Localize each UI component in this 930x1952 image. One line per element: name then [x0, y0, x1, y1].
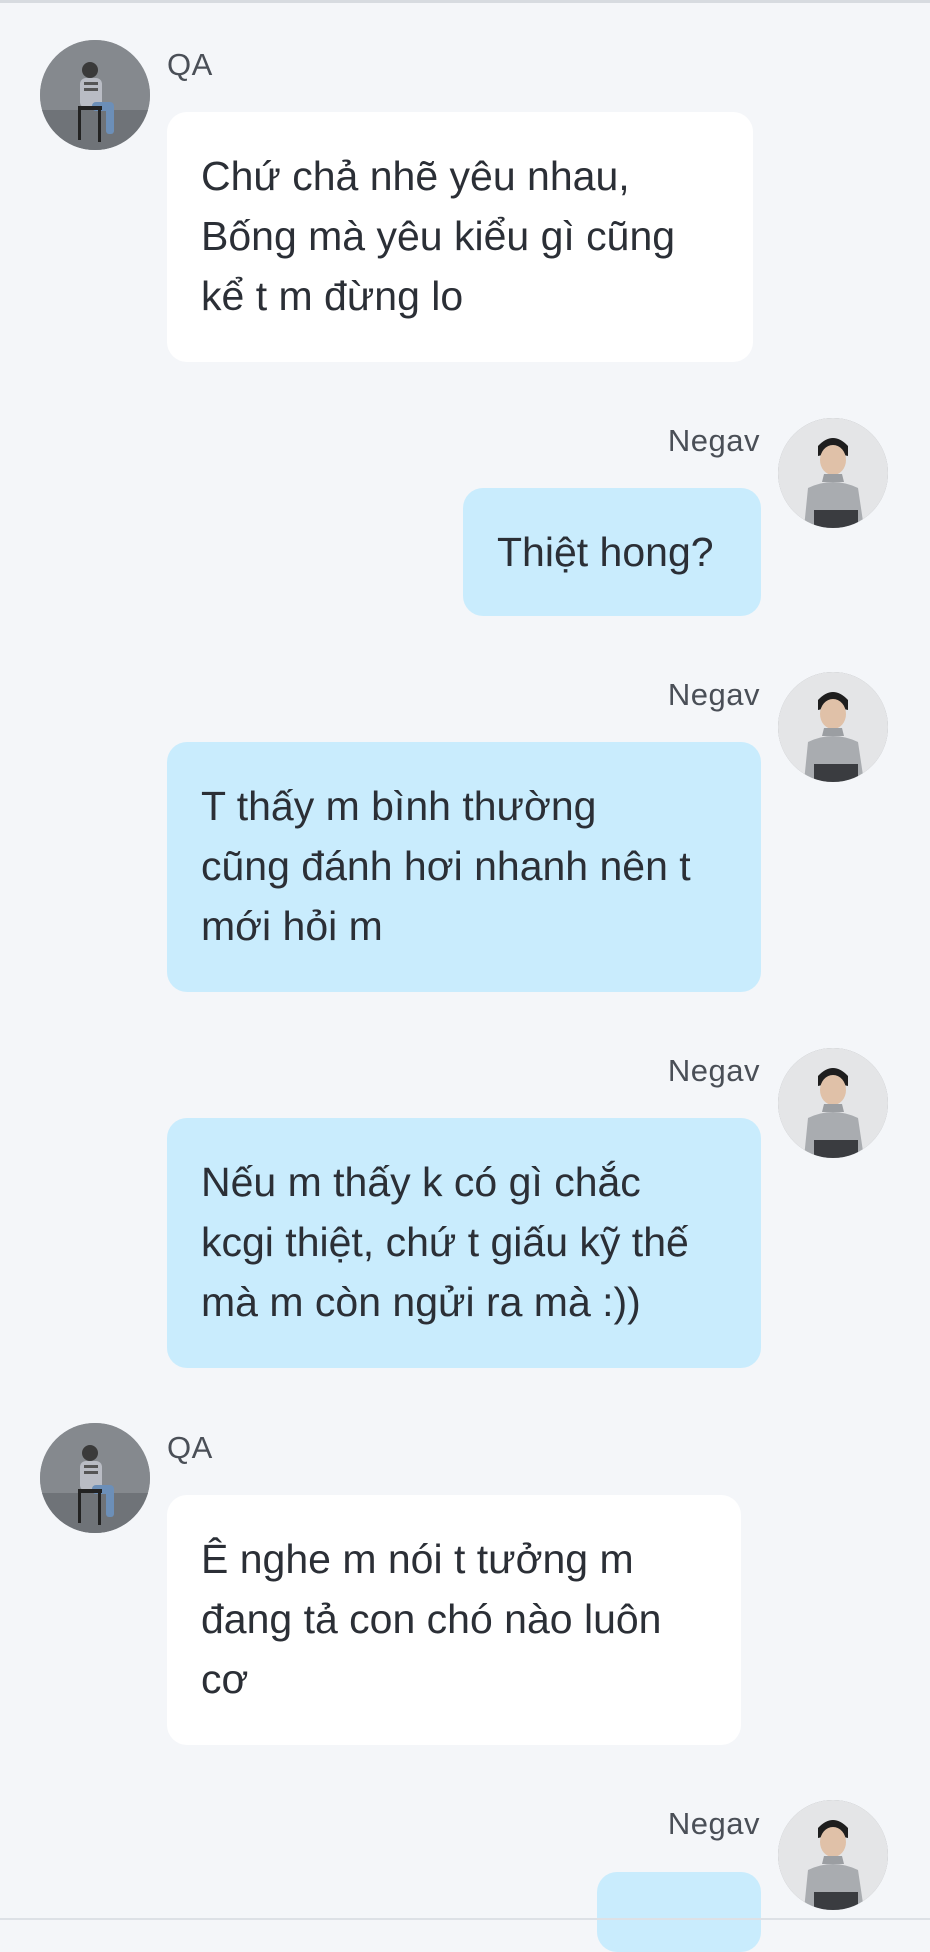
message-line: Bống mà yêu kiểu gì cũng [201, 213, 676, 259]
message-line: Chứ chả nhẽ yêu nhau, [201, 153, 630, 199]
negav-avatar[interactable] [778, 418, 888, 528]
message-line: đang tả con chó nào luôn [201, 1596, 662, 1642]
message-line: kcgi thiệt, chứ t giấu kỹ thế [201, 1219, 689, 1265]
message-line: kể t m đừng lo [201, 273, 464, 319]
negav-avatar[interactable] [778, 1800, 888, 1910]
message-line: Ê nghe m nói t tưởng m [201, 1536, 634, 1582]
sender-name: Negav [667, 677, 760, 712]
sender-name: QA [167, 1430, 213, 1465]
sender-name: Negav [667, 423, 760, 458]
message-line: mà m còn ngửi ra mà :)) [201, 1279, 641, 1325]
message-bubble-received[interactable]: Ê nghe m nói t tưởng m đang tả con chó n… [167, 1495, 741, 1745]
message-line: cơ [201, 1656, 249, 1702]
negav-avatar[interactable] [778, 1048, 888, 1158]
message-bubble-sent[interactable]: T thấy m bình thường cũng đánh hơi nhanh… [167, 742, 761, 992]
message-line: cũng đánh hơi nhanh nên t [201, 843, 691, 889]
message-line: mới hỏi m [201, 903, 383, 949]
message-line: Thiệt hong? [497, 529, 714, 575]
sender-name: QA [167, 47, 213, 82]
message-bubble-sent[interactable]: Thiệt hong? [463, 488, 761, 616]
message-line: T thấy m bình thường [201, 783, 597, 829]
qa-avatar[interactable] [40, 40, 150, 150]
top-divider [0, 0, 930, 3]
qa-avatar[interactable] [40, 1423, 150, 1533]
sender-name: Negav [667, 1806, 760, 1841]
negav-avatar[interactable] [778, 672, 888, 782]
message-bubble-sent[interactable] [597, 1872, 761, 1952]
message-line: Nếu m thấy k có gì chắc [201, 1159, 641, 1205]
sender-name: Negav [667, 1053, 760, 1088]
message-bubble-sent[interactable]: Nếu m thấy k có gì chắc kcgi thiệt, chứ … [167, 1118, 761, 1368]
message-bubble-received[interactable]: Chứ chả nhẽ yêu nhau, Bống mà yêu kiểu g… [167, 112, 753, 362]
